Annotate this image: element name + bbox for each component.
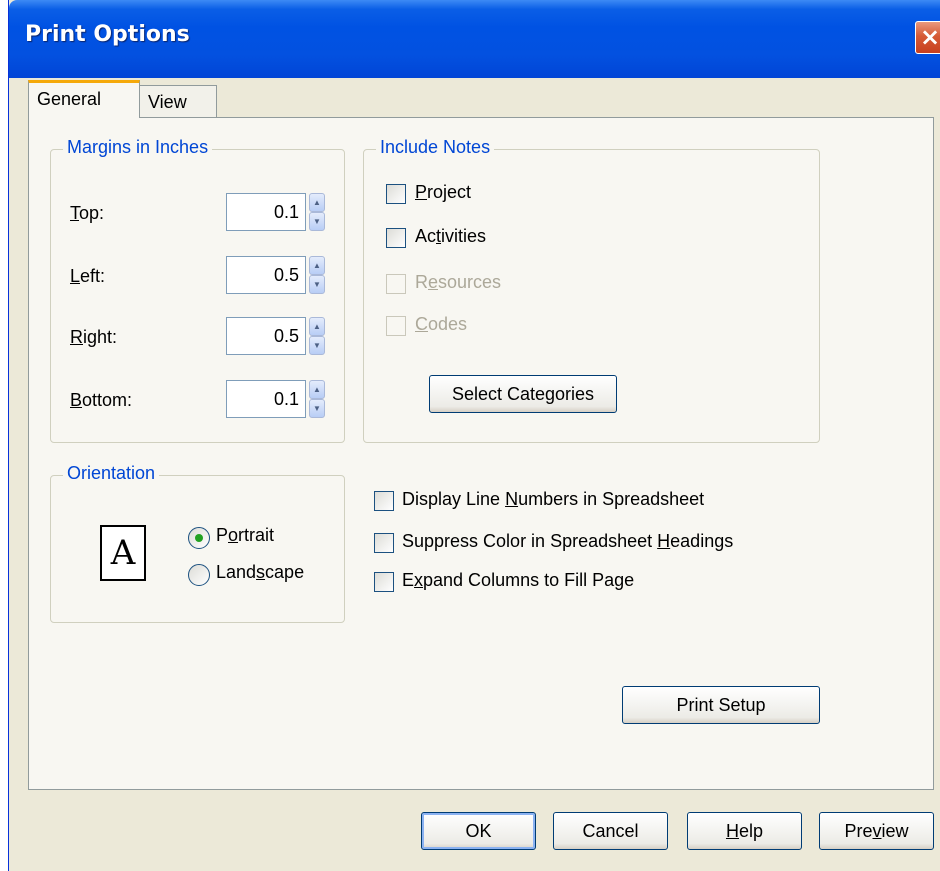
select-categories-button[interactable]: Select Categories xyxy=(429,375,617,413)
portrait-page-icon: A xyxy=(100,525,146,581)
right-margin-input[interactable]: 0.5 xyxy=(226,317,306,355)
right-margin-spinner[interactable]: ▲ ▼ xyxy=(309,317,325,355)
resources-label: Resources xyxy=(415,272,502,292)
activities-checkbox[interactable] xyxy=(386,228,406,248)
help-button[interactable]: Help xyxy=(687,812,802,850)
bottom-margin-spinner[interactable]: ▲ ▼ xyxy=(309,380,325,418)
spin-up-icon[interactable]: ▲ xyxy=(309,380,325,399)
left-margin-spinner[interactable]: ▲ ▼ xyxy=(309,256,325,294)
tab-view[interactable]: View xyxy=(139,85,217,119)
radio-selected-dot xyxy=(195,534,203,542)
window-title: Print Options xyxy=(25,22,190,47)
right-margin-label: Right: xyxy=(70,327,118,347)
top-margin-spinner[interactable]: ▲ ▼ xyxy=(309,193,325,231)
resources-checkbox xyxy=(386,274,406,294)
ok-button[interactable]: OK xyxy=(421,812,536,850)
codes-label: Codes xyxy=(415,314,468,334)
project-checkbox[interactable] xyxy=(386,184,406,204)
spin-up-icon[interactable]: ▲ xyxy=(309,317,325,336)
display-line-numbers-checkbox[interactable] xyxy=(374,491,394,511)
left-margin-label: Left: xyxy=(70,266,106,286)
close-icon: × xyxy=(919,23,940,51)
spin-down-icon[interactable]: ▼ xyxy=(309,275,325,294)
spin-down-icon[interactable]: ▼ xyxy=(309,212,325,231)
tab-view-label: View xyxy=(148,92,187,112)
codes-checkbox xyxy=(386,316,406,336)
top-margin-input[interactable]: 0.1 xyxy=(226,193,306,231)
print-options-dialog: Print Options × General View Margins in … xyxy=(8,0,940,871)
expand-columns-checkbox[interactable] xyxy=(374,572,394,592)
portrait-label[interactable]: Portrait xyxy=(216,525,274,546)
portrait-radio[interactable] xyxy=(188,527,210,549)
include-notes-title: Include Notes xyxy=(376,137,495,158)
general-tab-panel: Margins in Inches Top: 0.1 ▲ ▼ Left: 0.5… xyxy=(28,117,934,790)
display-line-numbers-label[interactable]: Display Line Numbers in Spreadsheet xyxy=(402,489,704,510)
cancel-button[interactable]: Cancel xyxy=(553,812,668,850)
expand-columns-label[interactable]: Expand Columns to Fill Page xyxy=(402,570,634,591)
include-notes-group: Include Notes Project Activities Resourc… xyxy=(363,137,820,443)
tab-general[interactable]: General xyxy=(28,80,140,118)
left-margin-input[interactable]: 0.5 xyxy=(226,256,306,294)
spin-down-icon[interactable]: ▼ xyxy=(309,399,325,418)
spin-up-icon[interactable]: ▲ xyxy=(309,256,325,275)
project-label[interactable]: Project xyxy=(415,182,471,203)
suppress-color-checkbox[interactable] xyxy=(374,533,394,553)
top-margin-label: Top: xyxy=(70,203,105,223)
title-bar[interactable]: Print Options × xyxy=(9,0,940,78)
tab-general-label: General xyxy=(37,89,102,109)
close-button[interactable]: × xyxy=(915,21,940,54)
landscape-label[interactable]: Landscape xyxy=(216,562,304,583)
margins-group: Margins in Inches Top: 0.1 ▲ ▼ Left: 0.5… xyxy=(50,137,345,443)
spin-up-icon[interactable]: ▲ xyxy=(309,193,325,212)
spin-down-icon[interactable]: ▼ xyxy=(309,336,325,355)
bottom-margin-label: Bottom: xyxy=(70,390,133,410)
bottom-margin-input[interactable]: 0.1 xyxy=(226,380,306,418)
landscape-radio[interactable] xyxy=(188,564,210,586)
activities-label[interactable]: Activities xyxy=(415,226,486,247)
preview-button[interactable]: Preview xyxy=(819,812,934,850)
orientation-title: Orientation xyxy=(63,463,160,484)
suppress-color-label[interactable]: Suppress Color in Spreadsheet Headings xyxy=(402,531,733,552)
orientation-group: Orientation xyxy=(50,463,345,623)
print-setup-button[interactable]: Print Setup xyxy=(622,686,820,724)
margins-group-title: Margins in Inches xyxy=(63,137,213,158)
